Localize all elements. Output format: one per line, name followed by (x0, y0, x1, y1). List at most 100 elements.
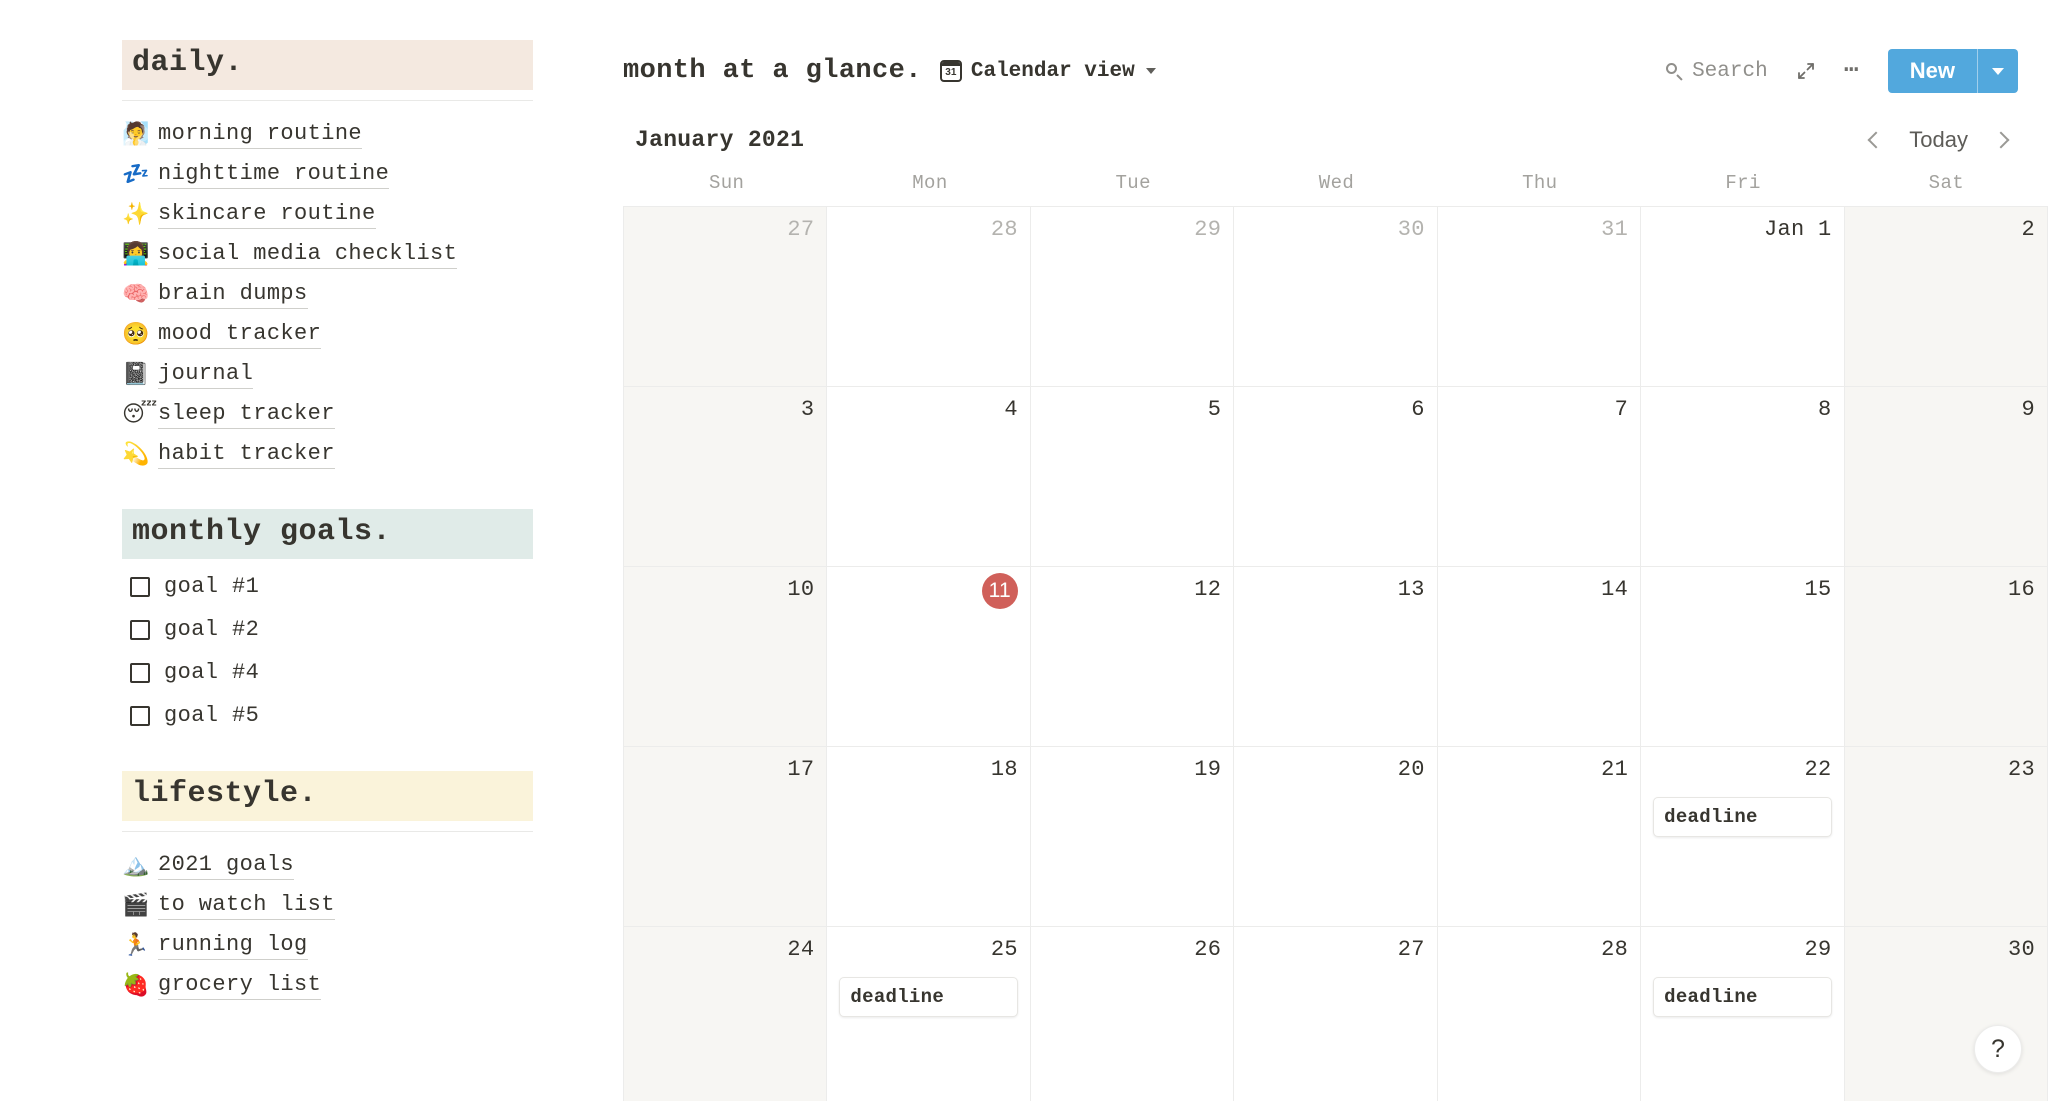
todo-item[interactable]: goal #1 (0, 565, 623, 608)
checkbox[interactable] (130, 662, 150, 683)
day-number: 10 (787, 577, 815, 602)
day-number: 7 (1614, 397, 1629, 422)
list-item[interactable]: 📓 journal (0, 355, 623, 395)
calendar-day-cell[interactable]: 28 (827, 207, 1031, 387)
weekday-label: Wed (1318, 172, 1355, 194)
calendar-day-cell[interactable]: 31 (1437, 207, 1642, 387)
previous-month-button[interactable] (1859, 123, 1893, 157)
calendar-day-cell[interactable]: 25 deadline (827, 927, 1031, 1101)
todo-item[interactable]: goal #4 (0, 651, 623, 694)
new-dropdown-button[interactable] (1978, 49, 2018, 93)
calendar-day-cell[interactable]: 13 (1234, 567, 1438, 747)
expand-button[interactable] (1782, 55, 1830, 87)
list-item[interactable]: 😴 sleep tracker (0, 395, 623, 435)
calendar-day-cell[interactable]: 3 (624, 387, 828, 567)
calendar-day-cell[interactable]: Jan 1 (1641, 207, 1845, 387)
checkbox[interactable] (130, 705, 150, 726)
calendar-day-cell[interactable]: 6 (1234, 387, 1438, 567)
checkbox[interactable] (130, 619, 150, 640)
calendar-day-cell[interactable]: 29 (1030, 207, 1235, 387)
day-number: 30 (2007, 937, 2035, 962)
more-options-button[interactable]: ⋯ (1830, 58, 1874, 83)
calendar-day-cell[interactable]: 27 (624, 207, 828, 387)
list-item[interactable]: 🏃 running log (0, 926, 623, 966)
calendar-event-chip[interactable]: deadline (839, 977, 1018, 1017)
day-number: 5 (1207, 397, 1222, 422)
link-list: 🏔️ 2021 goals 🎬 to watch list 🏃 running log 🍓 g… (0, 832, 623, 1006)
list-item[interactable]: 👩‍💻 social media checklist (0, 235, 623, 275)
calendar-day-cell[interactable]: 28 (1437, 927, 1642, 1101)
today-button[interactable]: Today (1897, 123, 1980, 157)
search-button[interactable]: Search (1652, 54, 1782, 89)
calendar-day-cell[interactable]: 30 (1234, 207, 1438, 387)
day-number: 12 (1194, 577, 1222, 602)
calendar-day-cell[interactable]: 16 (1844, 567, 2048, 747)
day-number: 29 (1804, 937, 1832, 962)
calendar-day-cell[interactable]: 10 (624, 567, 828, 747)
search-icon (1666, 62, 1683, 80)
list-item[interactable]: 🥺 mood tracker (0, 315, 623, 355)
calendar-day-cell[interactable]: 18 (827, 747, 1031, 927)
database-header: month at a glance. 31 Calendar view Sear… (623, 0, 2048, 94)
calendar-day-cell[interactable]: 22 deadline (1641, 747, 1845, 927)
todo-item[interactable]: goal #2 (0, 608, 623, 651)
list-item-label: habit tracker (158, 441, 335, 469)
list-item-label: skincare routine (158, 201, 376, 229)
day-number: 29 (1194, 217, 1222, 242)
calendar-day-cell[interactable]: 5 (1030, 387, 1235, 567)
day-number: 6 (1411, 397, 1425, 422)
header-toolbar: Search ⋯ New (1652, 49, 2018, 93)
weekday-header-row: Sun Mon Tue Wed Thu Fri Sat (625, 162, 2048, 206)
tab-calendar-view[interactable]: 31 Calendar view (939, 60, 1156, 83)
calendar-event-chip[interactable]: deadline (1653, 797, 1832, 837)
todo-item[interactable]: goal #5 (0, 694, 623, 737)
running-person-emoji: 🏃 (122, 933, 150, 958)
checkbox[interactable] (130, 576, 150, 597)
calendar-day-cell[interactable]: 11 (827, 567, 1031, 747)
calendar-day-cell[interactable]: 24 (624, 927, 828, 1101)
calendar-day-cell[interactable]: 7 (1437, 387, 1642, 567)
day-number: 17 (787, 757, 815, 782)
calendar-day-cell[interactable]: 27 (1234, 927, 1438, 1101)
day-number: 28 (990, 217, 1018, 242)
calendar-day-cell[interactable]: 2 (1844, 207, 2048, 387)
sidebar-panel: daily. 🧖 morning routine 💤 nighttime routine… (0, 0, 623, 1101)
day-number: 22 (1804, 757, 1832, 782)
list-item[interactable]: 🧠 brain dumps (0, 275, 623, 315)
list-item[interactable]: ✨ skincare routine (0, 195, 623, 235)
calendar-day-cell[interactable]: 15 (1641, 567, 1845, 747)
calendar-day-cell[interactable]: 14 (1437, 567, 1642, 747)
day-number: 11 (839, 573, 1018, 609)
weekday-label: Sun (708, 172, 745, 194)
calendar-day-cell[interactable]: 23 (1844, 747, 2048, 927)
calendar-day-cell[interactable]: 19 (1030, 747, 1235, 927)
calendar-day-cell[interactable]: 20 (1234, 747, 1438, 927)
calendar-day-cell[interactable]: 26 (1030, 927, 1235, 1101)
section-header: daily. (122, 40, 533, 90)
list-item-label: journal (158, 361, 254, 389)
calendar-event-chip[interactable]: deadline (1653, 977, 1832, 1017)
calendar-day-cell[interactable]: 17 (624, 747, 828, 927)
list-item[interactable]: 🏔️ 2021 goals (0, 846, 623, 886)
list-item[interactable]: 💫 habit tracker (0, 435, 623, 475)
calendar-day-cell[interactable]: 21 (1437, 747, 1642, 927)
calendar-day-cell[interactable]: 30 (1844, 927, 2048, 1101)
day-number: 30 (1397, 217, 1425, 242)
help-button[interactable]: ? (1974, 1025, 2022, 1073)
list-item[interactable]: 🍓 grocery list (0, 966, 623, 1006)
day-number: 16 (2007, 577, 2035, 602)
next-month-button[interactable] (1984, 123, 2018, 157)
list-item[interactable]: 💤 nighttime routine (0, 155, 623, 195)
list-item[interactable]: 🧖 morning routine (0, 115, 623, 155)
calendar-day-cell[interactable]: 12 (1030, 567, 1235, 747)
day-number: 27 (787, 217, 815, 242)
calendar-day-cell[interactable]: 9 (1844, 387, 2048, 567)
calendar-day-cell[interactable]: 29 deadline (1641, 927, 1845, 1101)
day-number: 2 (2021, 217, 2035, 242)
day-number: 24 (787, 937, 815, 962)
new-button[interactable]: New (1888, 49, 1977, 93)
calendar-day-cell[interactable]: 8 (1641, 387, 1845, 567)
list-item[interactable]: 🎬 to watch list (0, 886, 623, 926)
calendar-day-cell[interactable]: 4 (827, 387, 1031, 567)
